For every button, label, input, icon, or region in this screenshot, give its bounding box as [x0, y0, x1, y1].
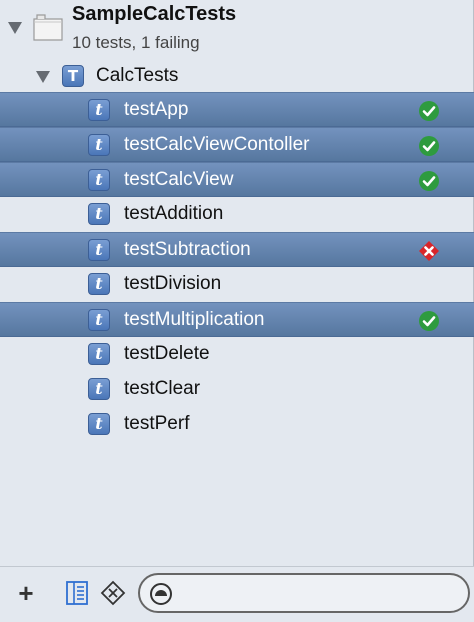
navigator-filter-bar: + [0, 566, 474, 622]
test-label: testDivision [124, 273, 222, 294]
test-method-icon: t [88, 343, 110, 365]
test-method-icon-letter: t [95, 204, 103, 223]
test-label: testMultiplication [124, 309, 265, 330]
test-row[interactable]: t testApp [0, 92, 474, 127]
test-method-icon: t [88, 378, 110, 400]
test-row[interactable]: t testClear [0, 372, 474, 407]
filter-search-field[interactable] [138, 573, 470, 613]
search-icon [150, 583, 172, 605]
test-method-icon-letter: t [95, 344, 103, 363]
test-method-icon: t [88, 134, 110, 156]
test-list: t testApp t testCalcViewContoller t testCalcV… [0, 92, 474, 442]
test-method-icon-letter: t [95, 274, 103, 293]
test-passed-icon[interactable] [418, 170, 440, 192]
test-navigator: SampleCalcTests 10 tests, 1 failing T Ca… [0, 0, 474, 566]
disclosure-triangle-icon[interactable] [36, 71, 50, 83]
test-method-icon-letter: t [95, 414, 103, 433]
project-folder-icon [33, 14, 63, 41]
project-row[interactable]: SampleCalcTests 10 tests, 1 failing [0, 0, 474, 60]
add-button[interactable]: + [14, 579, 38, 607]
test-passed-icon[interactable] [418, 135, 440, 157]
test-row[interactable]: t testSubtraction [0, 232, 474, 267]
test-method-icon-letter: t [95, 170, 103, 189]
test-target-icon: T [62, 65, 84, 87]
test-method-icon: t [88, 309, 110, 331]
test-label: testAddition [124, 203, 224, 224]
test-label: testCalcView [124, 169, 234, 190]
target-row-calctests[interactable]: T CalcTests [0, 60, 474, 92]
test-passed-icon[interactable] [418, 100, 440, 122]
test-method-icon-letter: t [95, 135, 103, 154]
test-label: testDelete [124, 343, 210, 364]
test-failed-icon[interactable] [418, 240, 440, 262]
test-passed-icon[interactable] [418, 310, 440, 332]
test-label: testApp [124, 99, 189, 120]
test-method-icon: t [88, 239, 110, 261]
test-row[interactable]: t testMultiplication [0, 302, 474, 337]
filter-list-icon[interactable] [66, 581, 88, 605]
test-target-icon-letter: T [67, 66, 79, 85]
test-method-icon-letter: t [95, 310, 103, 329]
test-row[interactable]: t testCalcViewContoller [0, 127, 474, 162]
test-method-icon-letter: t [95, 100, 103, 119]
project-title: SampleCalcTests [72, 3, 237, 25]
filter-status-icon[interactable] [100, 580, 126, 606]
test-method-icon: t [88, 169, 110, 191]
test-row[interactable]: t testCalcView [0, 162, 474, 197]
test-method-icon: t [88, 203, 110, 225]
test-method-icon: t [88, 273, 110, 295]
test-label: testClear [124, 378, 201, 399]
test-row[interactable]: t testPerf [0, 407, 474, 442]
test-method-icon-letter: t [95, 240, 103, 259]
test-row[interactable]: t testDivision [0, 267, 474, 302]
disclosure-triangle-icon[interactable] [8, 22, 22, 34]
test-label: testSubtraction [124, 239, 251, 260]
test-row[interactable]: t testAddition [0, 197, 474, 232]
test-label: testCalcViewContoller [124, 134, 310, 155]
test-method-icon: t [88, 99, 110, 121]
test-method-icon: t [88, 413, 110, 435]
test-label: testPerf [124, 413, 190, 434]
test-row[interactable]: t testDelete [0, 337, 474, 372]
project-test-summary: 10 tests, 1 failing [72, 33, 200, 52]
target-label: CalcTests [96, 65, 179, 86]
test-method-icon-letter: t [95, 379, 103, 398]
